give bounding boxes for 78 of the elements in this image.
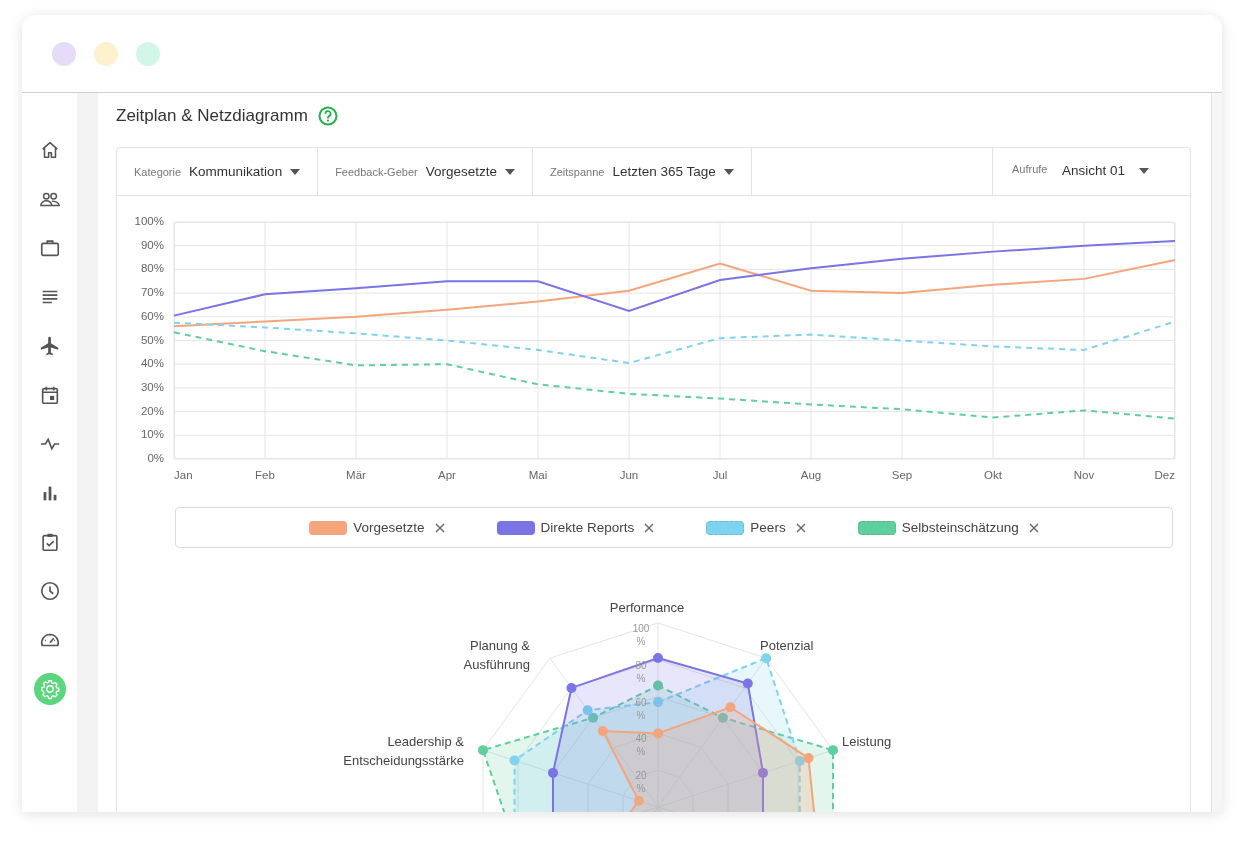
radar-point <box>588 712 599 723</box>
radar-point <box>633 795 644 806</box>
radar-point <box>725 702 736 713</box>
radar-point <box>742 678 753 689</box>
legend-swatch <box>706 520 745 535</box>
y-axis-label: 30% <box>140 380 164 393</box>
x-axis-label: Mai <box>528 469 548 481</box>
view-dropdown[interactable]: Ansicht 01 <box>1062 163 1150 178</box>
radar-point <box>653 680 663 691</box>
caret-icon <box>505 168 515 175</box>
radar-axis-label: Planung & Ausführung <box>462 637 530 674</box>
x-axis-label: Aug <box>800 469 822 481</box>
radar-axis-label: Leistung <box>842 733 893 751</box>
radar-axis-label: Leadership & Entscheidungsstärke <box>342 733 464 770</box>
x-axis-label: Jul <box>712 469 728 481</box>
airplane-icon <box>38 335 61 357</box>
settings-icon <box>38 678 61 700</box>
caret-icon <box>1139 167 1150 174</box>
y-axis-label: 20% <box>140 404 164 417</box>
y-axis-label: 40% <box>140 357 164 370</box>
y-axis-label: 50% <box>140 333 164 346</box>
close-icon[interactable] <box>1028 522 1039 533</box>
radar-point <box>597 726 608 737</box>
scrollbar-track[interactable] <box>1211 93 1222 812</box>
x-axis-label: Nov <box>1073 469 1095 481</box>
y-axis-label: 100% <box>134 215 164 227</box>
x-axis-label: Dez <box>1154 469 1175 481</box>
x-axis-label: Okt <box>984 469 1002 481</box>
radar-point <box>758 767 768 778</box>
radar-point <box>761 653 772 664</box>
y-axis-label: 0% <box>147 452 164 464</box>
caret-icon <box>290 168 301 175</box>
filter-dropdown[interactable]: Zeitspanne Letzten 365 Tage <box>533 148 752 195</box>
clock-icon <box>38 580 61 602</box>
x-axis-label: Apr <box>438 469 456 481</box>
radar-point <box>478 745 488 756</box>
y-axis-label: 90% <box>140 238 164 251</box>
filter-dropdown[interactable]: Feedback-Geber Vorgesetzte <box>318 148 533 195</box>
x-axis-label: Sep <box>891 469 913 481</box>
radar-point <box>566 682 577 693</box>
radar-point <box>653 728 663 739</box>
x-axis-label: Mär <box>346 469 366 481</box>
radar-point <box>548 767 558 778</box>
radar-tick-label: 100 % <box>631 622 651 648</box>
help-icon[interactable] <box>317 106 338 126</box>
radar-axis-label: Performance <box>608 599 686 617</box>
radar-axis-label: Potenzial <box>760 637 815 655</box>
x-axis-label: Feb <box>255 469 275 481</box>
radar-tick-label: 60 % <box>634 695 648 722</box>
radar-point <box>653 697 663 708</box>
radar-point <box>582 705 593 716</box>
x-axis-label: Jun <box>619 469 639 481</box>
legend-label: Direkte Reports <box>540 520 635 535</box>
y-axis-label: 60% <box>140 309 164 322</box>
section-title: Zeitplan & Netzdiagramm <box>116 106 308 126</box>
close-icon[interactable] <box>795 522 806 533</box>
caret-icon <box>723 168 734 175</box>
legend-label: Selbsteinschätzung <box>901 520 1019 535</box>
filter-dropdown[interactable]: Kategorie Kommunikation <box>117 148 319 195</box>
close-icon[interactable] <box>434 522 445 533</box>
radar-point <box>828 745 838 756</box>
radar-point <box>717 712 728 723</box>
radar-point <box>653 652 663 663</box>
radar-point <box>794 755 805 766</box>
y-axis-label: 10% <box>140 428 164 441</box>
briefcase-icon <box>38 237 61 259</box>
x-axis-label: Jan <box>174 469 193 481</box>
legend-label: Peers <box>750 520 786 535</box>
y-axis-label: 70% <box>140 286 164 299</box>
legend-swatch <box>857 520 896 535</box>
legend-label: Vorgesetzte <box>353 520 425 535</box>
legend-swatch <box>309 520 348 535</box>
radar-point <box>803 753 814 764</box>
y-axis-label: 80% <box>140 262 164 275</box>
legend-swatch <box>496 520 535 535</box>
radar-point <box>509 755 520 766</box>
view-label: Aufrufe <box>1012 162 1048 177</box>
close-icon[interactable] <box>644 522 655 533</box>
